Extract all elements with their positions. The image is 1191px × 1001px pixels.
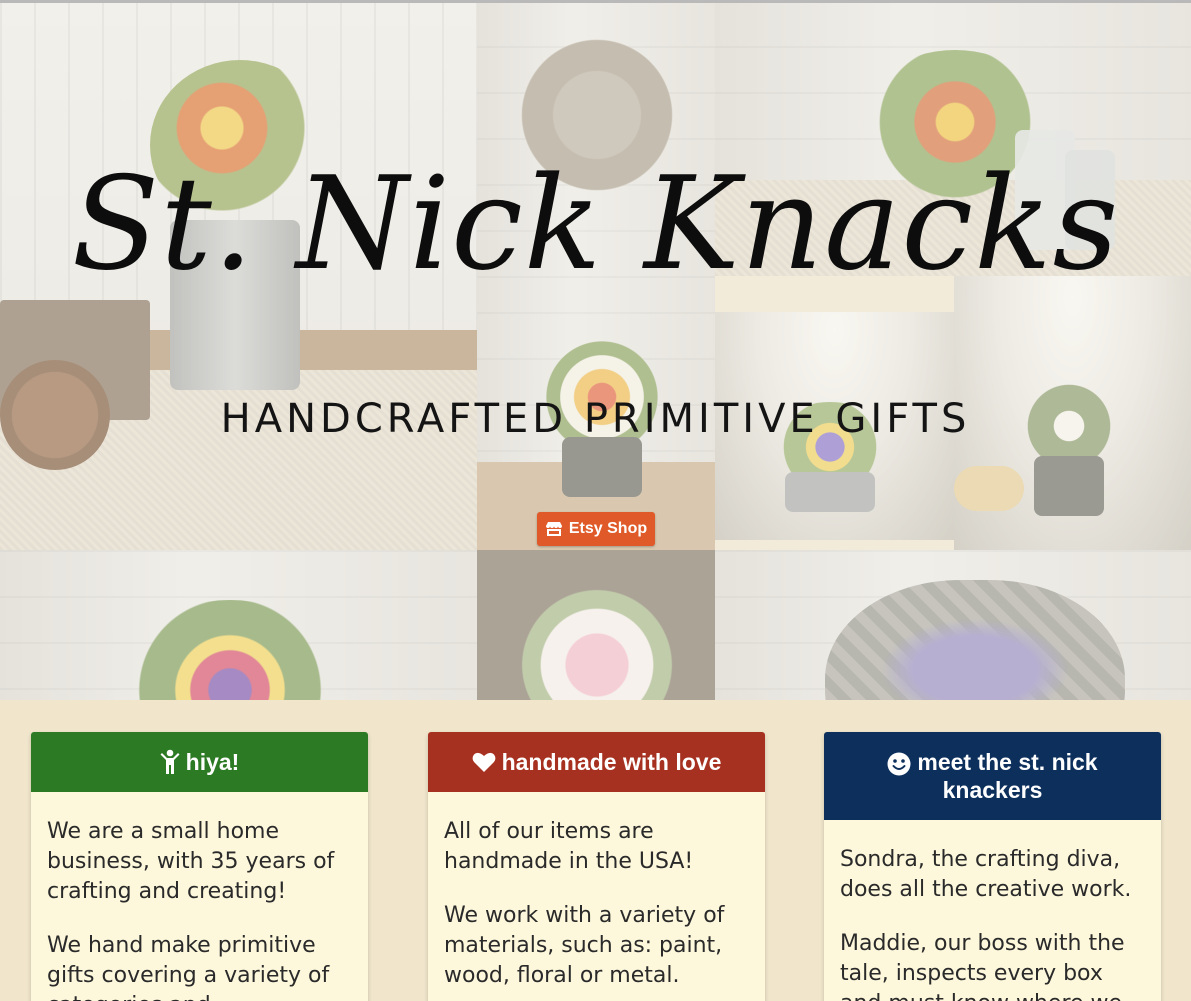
site-title: St. Nick Knacks (71, 150, 1120, 299)
child-icon (160, 749, 180, 775)
heart-icon (472, 751, 496, 773)
card-hiya-paragraph-2: We hand make primitive gifts covering a … (47, 933, 330, 1001)
card-handmade-header: handmade with love (428, 732, 765, 792)
card-hiya: hiya! We are a small home business, with… (31, 732, 368, 1001)
card-knackers-paragraph-1: Sondra, the crafting diva, does all the … (840, 847, 1132, 902)
card-knackers-paragraph-2: Maddie, our boss with the tale, inspects… (840, 931, 1125, 1001)
card-hiya-paragraph-1: We are a small home business, with 35 ye… (47, 819, 335, 904)
card-handmade-paragraph-2: We work with a variety of materials, suc… (444, 903, 725, 988)
hero-overlay (0, 0, 1191, 700)
etsy-shop-button[interactable]: Etsy Shop (537, 512, 655, 546)
smile-icon (887, 752, 911, 776)
card-knackers-header: meet the st. nick knackers (824, 732, 1161, 820)
top-border (0, 0, 1191, 3)
store-icon (545, 521, 563, 537)
card-knackers-title: meet the st. nick knackers (917, 749, 1098, 803)
card-hiya-title: hiya! (185, 749, 240, 775)
card-handmade-paragraph-1: All of our items are handmade in the USA… (444, 819, 694, 874)
card-knackers: meet the st. nick knackers Sondra, the c… (824, 732, 1161, 1001)
card-handmade: handmade with love All of our items are … (428, 732, 765, 1001)
site-tagline: HANDCRAFTED PRIMITIVE GIFTS (220, 396, 971, 442)
hero-banner: St. Nick Knacks HANDCRAFTED PRIMITIVE GI… (0, 0, 1191, 700)
etsy-shop-label: Etsy Shop (568, 520, 648, 537)
card-handmade-title: handmade with love (501, 749, 722, 775)
card-hiya-header: hiya! (31, 732, 368, 792)
